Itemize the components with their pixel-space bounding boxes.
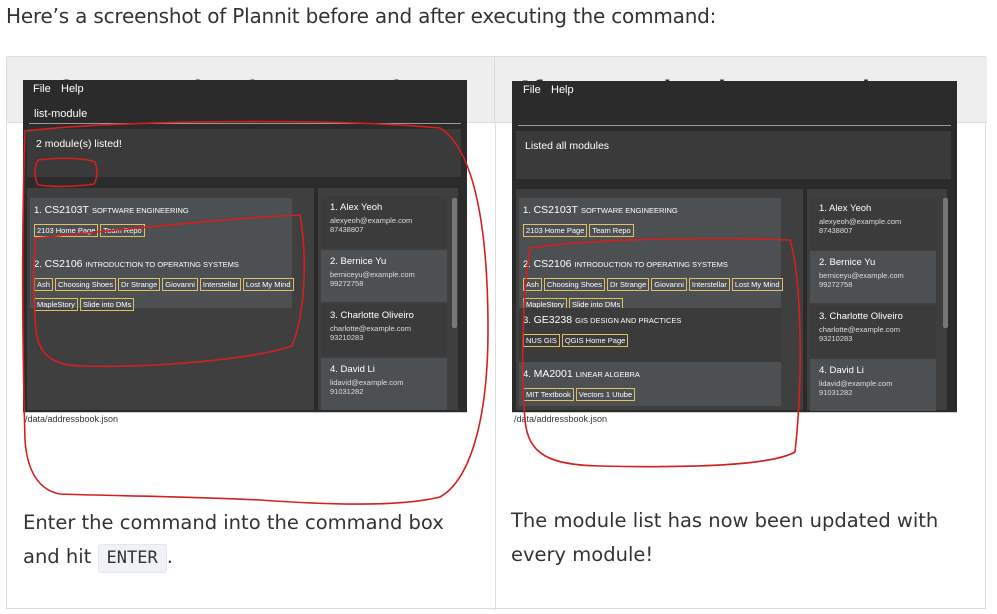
menu-bar: File Help <box>512 81 957 99</box>
status-bar: /data/addressbook.json <box>512 412 957 426</box>
enter-key: ENTER <box>97 544 167 573</box>
module-tag: Giovanni <box>162 278 198 291</box>
result-text: 2 module(s) listed! <box>36 138 122 150</box>
person-card[interactable]: 2. Bernice Yu berniceyu@example.com 992727… <box>321 250 447 302</box>
person-list-scrollbar[interactable] <box>943 198 948 328</box>
menu-bar: File Help <box>23 80 467 98</box>
command-box[interactable]: list-module <box>29 102 461 124</box>
module-card[interactable]: 2. CS2106 INTRODUCTION TO OPERATING SYSTE… <box>30 252 294 311</box>
caption-before: Enter the command into the command box a… <box>23 506 473 574</box>
person-card[interactable]: 4. David Li lidavid@example.com 91031282 <box>810 359 936 411</box>
module-tag: Ash <box>34 278 53 291</box>
module-tag: 2103 Home Page <box>523 224 588 237</box>
result-display: Listed all modules <box>516 131 951 179</box>
module-tag: Team Repo <box>100 224 145 237</box>
intro-text: Here’s a screenshot of Plannit before an… <box>6 4 717 28</box>
module-tag: Giovanni <box>651 278 687 291</box>
module-list-panel: 1. CS2103T SOFTWARE ENGINEERING 2103 Home… <box>516 189 803 410</box>
caption-before-end: . <box>166 545 173 568</box>
person-card[interactable]: 1. Alex Yeoh alexyeoh@example.com 87438807 <box>321 196 447 248</box>
screenshot-before: File Help list-module 2 module(s) listed… <box>23 80 467 426</box>
caption-before-text: Enter the command into the command box a… <box>23 511 444 568</box>
person-list-scrollbar[interactable] <box>452 198 457 328</box>
person-card[interactable]: 1. Alex Yeoh alexyeoh@example.com 87438807 <box>810 197 936 249</box>
module-tag: Slide into DMs <box>79 298 135 311</box>
module-tag: Vectors 1 Utube <box>575 388 636 401</box>
result-display: 2 module(s) listed! <box>27 129 461 177</box>
module-tag: Interstellar <box>688 278 730 291</box>
module-tag: QGIS Home Page <box>561 334 629 347</box>
module-card[interactable]: 1. CS2103T SOFTWARE ENGINEERING 2103 Home… <box>519 198 781 252</box>
menu-help[interactable]: Help <box>551 84 574 96</box>
module-tag: Dr Strange <box>117 278 161 291</box>
result-text: Listed all modules <box>525 140 610 152</box>
module-tag: Lost My Mind <box>731 278 783 291</box>
menu-help[interactable]: Help <box>61 83 84 95</box>
menu-file[interactable]: File <box>33 83 51 95</box>
module-tag: Ash <box>523 278 542 291</box>
column-divider <box>495 123 496 610</box>
module-card[interactable]: 1. CS2103T SOFTWARE ENGINEERING 2103 Home… <box>30 198 292 252</box>
menu-file[interactable]: File <box>523 84 541 96</box>
screenshot-after: File Help Listed all modules 1. CS2103T S… <box>512 81 957 426</box>
person-card[interactable]: 3. Charlotte Oliveiro charlotte@example.c… <box>321 304 447 356</box>
module-tag: Lost My Mind <box>242 278 294 291</box>
module-list-panel: 1. CS2103T SOFTWARE ENGINEERING 2103 Home… <box>27 188 314 410</box>
module-tag: Choosing Shoes <box>543 278 605 291</box>
caption-after: The module list has now been updated wit… <box>511 509 939 566</box>
command-box[interactable] <box>518 104 951 126</box>
person-card[interactable]: 3. Charlotte Oliveiro charlotte@example.c… <box>810 305 936 357</box>
person-card[interactable]: 2. Bernice Yu berniceyu@example.com 992727… <box>810 251 936 303</box>
module-tag: NUS GIS <box>523 334 560 347</box>
person-list-panel: 1. Alex Yeoh alexyeoh@example.com 87438807… <box>807 189 947 411</box>
status-bar: /data/addressbook.json <box>23 412 467 426</box>
module-tag: Team Repo <box>589 224 634 237</box>
module-card[interactable]: 2. CS2106 INTRODUCTION TO OPERATING SYSTE… <box>519 252 783 311</box>
module-tag: 2103 Home Page <box>34 224 99 237</box>
module-tag: MapleStory <box>34 298 78 311</box>
module-card[interactable]: 4. MA2001 LINEAR ALGEBRA MIT Textbook Vect… <box>519 362 781 406</box>
module-tag: MIT Textbook <box>523 388 574 401</box>
module-card[interactable]: 3. GE3238 GIS DESIGN AND PRACTICES NUS GI… <box>519 308 781 362</box>
module-tag: Dr Strange <box>606 278 650 291</box>
person-list-panel: 1. Alex Yeoh alexyeoh@example.com 87438807… <box>318 188 458 410</box>
module-tag: Interstellar <box>199 278 241 291</box>
command-text: list-module <box>34 108 88 120</box>
module-tag: Choosing Shoes <box>54 278 116 291</box>
person-card[interactable]: 4. David Li lidavid@example.com 91031282 <box>321 358 447 410</box>
